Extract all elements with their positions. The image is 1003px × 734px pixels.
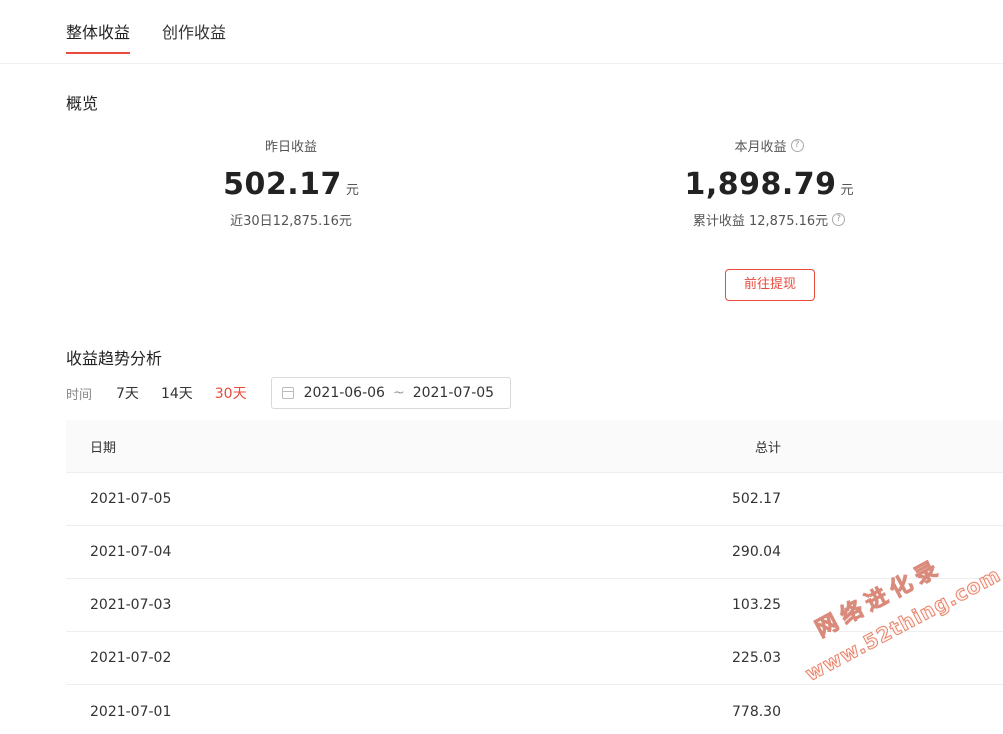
table-row: 2021-07-05 502.17 [66, 473, 1003, 526]
month-income-unit: 元 [840, 183, 854, 198]
tab-divider [0, 63, 1003, 64]
time-filter: 时间 7天 14天 30天 2021-06-06 ~ 2021-07-05 [66, 377, 511, 409]
month-income-stat: 本月收益 ? 1,898.79 元 累计收益 12,875.16元 ? [619, 136, 919, 229]
help-icon[interactable]: ? [790, 139, 804, 152]
income-page: 整体收益 创作收益 概览 昨日收益 502.17 元 近30日12,875.16… [0, 0, 1003, 734]
row-total: 502.17 [732, 491, 781, 507]
table-header: 日期 总计 [66, 420, 1003, 473]
yesterday-income-value: 502.17 [223, 167, 342, 202]
trend-title: 收益趋势分析 [66, 349, 163, 368]
cumulative-income: 累计收益 12,875.16元 ? [693, 210, 846, 229]
tab-overall-income[interactable]: 整体收益 [66, 22, 131, 54]
range-30-days[interactable]: 30天 [215, 383, 247, 403]
last-30-days-income: 近30日12,875.16元 [230, 214, 352, 229]
row-total: 103.25 [732, 597, 781, 613]
row-date: 2021-07-02 [90, 650, 172, 666]
date-range-start: 2021-06-06 [303, 385, 385, 401]
row-date: 2021-07-05 [90, 491, 172, 507]
range-14-days[interactable]: 14天 [161, 383, 193, 403]
date-range-separator: ~ [392, 385, 405, 401]
tab-creation-income[interactable]: 创作收益 [162, 22, 226, 54]
calendar-icon [281, 387, 294, 399]
table-row: 2021-07-04 290.04 [66, 526, 1003, 579]
row-total: 778.30 [732, 703, 781, 720]
row-date: 2021-07-04 [90, 544, 172, 560]
range-7-days[interactable]: 7天 [116, 383, 139, 403]
income-tabs: 整体收益 创作收益 [66, 22, 258, 54]
yesterday-income-label: 昨日收益 [264, 140, 317, 155]
row-total: 290.04 [732, 544, 781, 560]
date-range-picker[interactable]: 2021-06-06 ~ 2021-07-05 [270, 377, 511, 409]
row-date: 2021-07-03 [90, 597, 172, 613]
withdraw-button[interactable]: 前往提现 [725, 269, 815, 301]
yesterday-income-stat: 昨日收益 502.17 元 近30日12,875.16元 [141, 136, 441, 229]
column-header-date: 日期 [90, 440, 117, 456]
row-total: 225.03 [732, 650, 781, 666]
help-icon[interactable]: ? [832, 213, 846, 226]
month-income-label: 本月收益 ? [734, 136, 804, 155]
month-income-value: 1,898.79 [684, 167, 837, 202]
date-range-end: 2021-07-05 [412, 385, 495, 401]
time-filter-label: 时间 [66, 387, 93, 403]
column-header-total: 总计 [754, 440, 781, 456]
overview-title: 概览 [66, 94, 99, 113]
row-date: 2021-07-01 [90, 703, 172, 720]
yesterday-income-unit: 元 [345, 183, 359, 198]
